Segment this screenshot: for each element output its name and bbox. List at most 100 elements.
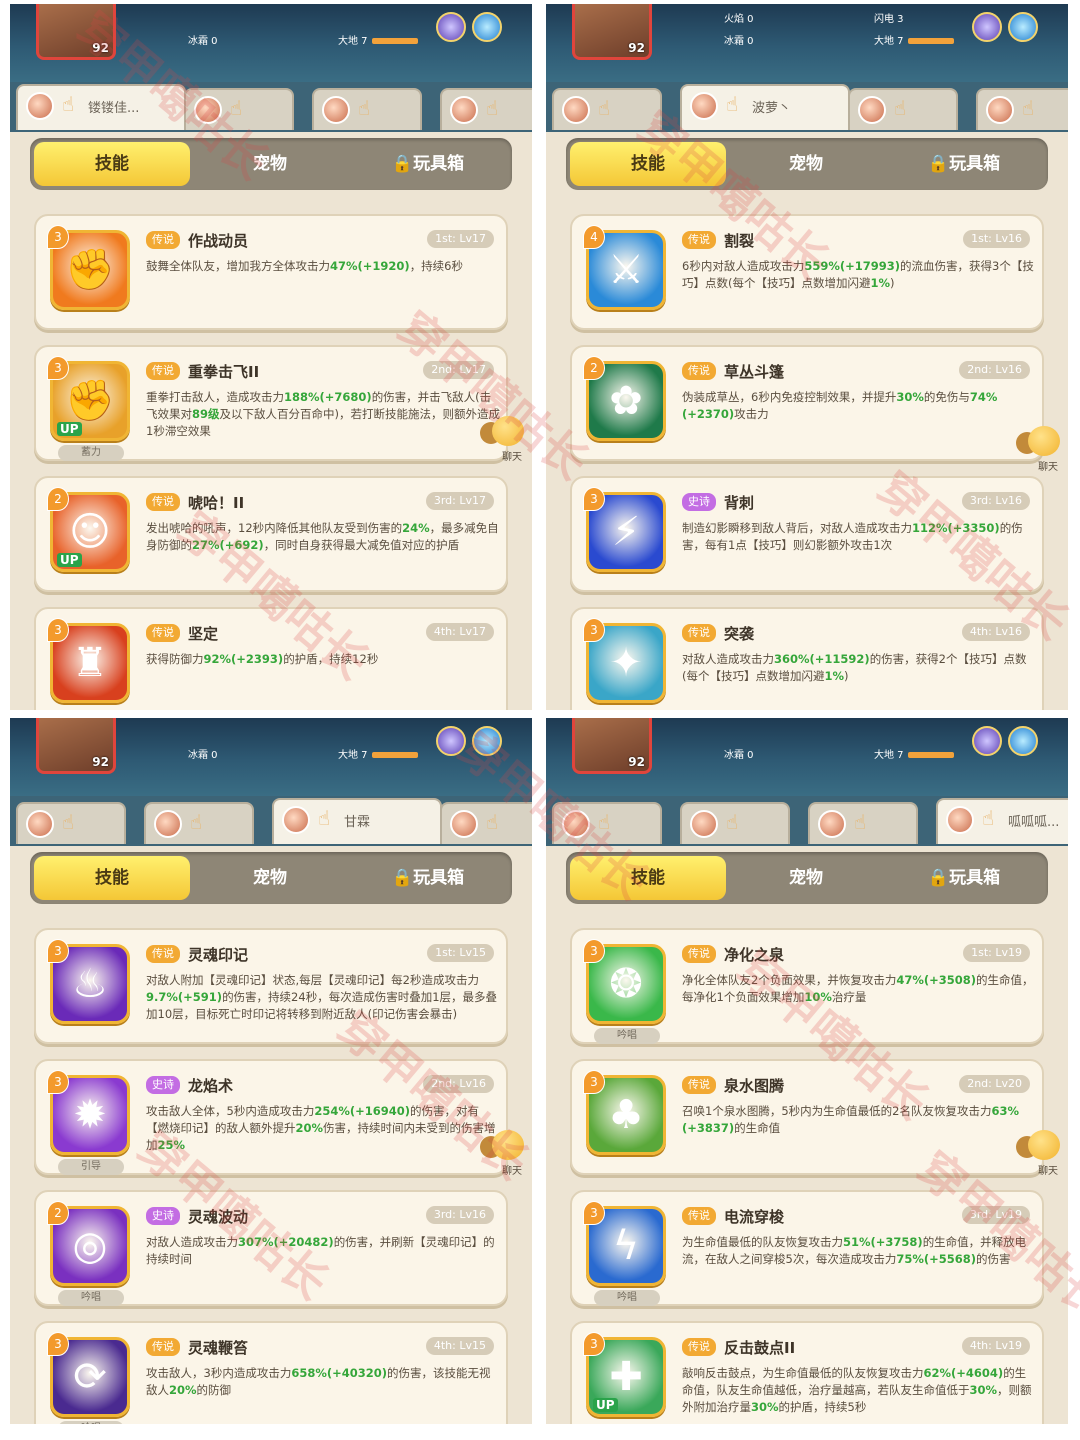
character-tab[interactable]: ☝ bbox=[848, 88, 958, 130]
hero-portrait[interactable]: 92 bbox=[572, 4, 652, 60]
hero-level: 92 bbox=[628, 755, 645, 769]
stat-frost-label: 冰霜 0 bbox=[724, 750, 754, 761]
skill-card[interactable]: ✊ 3 传说 作战动员 1st: Lv17 鼓舞全体队友，增加我方全体攻击力47%(+19… bbox=[34, 214, 508, 330]
chat-button[interactable]: 聊天 bbox=[480, 1130, 524, 1178]
character-tab[interactable]: ☝ 波萝丶 bbox=[680, 84, 850, 130]
hero-level: 92 bbox=[92, 755, 109, 769]
tab-pets[interactable]: 宠物 bbox=[728, 856, 884, 900]
skill-card[interactable]: ♨ 3 传说 灵魂印记 1st: Lv15 对敌人附加【灵魂印记】状态,每层【灵魂印记】每… bbox=[34, 928, 508, 1044]
character-tab[interactable]: ☝ bbox=[680, 802, 790, 844]
skill-description: 净化全体队友2个负面效果，并恢复攻击力47%(+3508)的生命值，每净化1个负… bbox=[682, 973, 1034, 1004]
character-avatar bbox=[26, 92, 54, 120]
lightning-icon[interactable]: ϟ3 bbox=[583, 1201, 666, 1286]
tab-pets[interactable]: 宠物 bbox=[192, 856, 348, 900]
skill-slot-level: 1st: Lv17 bbox=[427, 230, 494, 248]
skill-card[interactable]: ◎ 2 吟唱 史诗 灵魂波动 3rd: Lv16 对敌人造成攻击力307%(+20482)的… bbox=[34, 1190, 508, 1306]
character-tab[interactable]: ☝ bbox=[184, 88, 294, 130]
stat-lightning-label: 闪电 3 bbox=[874, 14, 904, 25]
shout-icon[interactable]: ☺ 2 UP bbox=[47, 487, 130, 572]
soul-whip-icon[interactable]: ⟳ 3 bbox=[47, 1332, 130, 1417]
character-tab[interactable]: ☝ bbox=[312, 88, 422, 130]
slash-icon[interactable]: ✦ 3 bbox=[583, 618, 666, 703]
skill-card[interactable]: ✦ 3 传说 突袭 4th: Lv16 对敌人造成攻击力360%(+11592)的伤害，获… bbox=[570, 607, 1044, 710]
soul-flame-icon[interactable]: ♨ 3 bbox=[47, 939, 130, 1024]
drum-icon[interactable]: ✚ 3 UP bbox=[583, 1332, 666, 1417]
tab-skills[interactable]: 技能 bbox=[570, 142, 726, 186]
tap-hand-icon: ☝ bbox=[358, 96, 371, 120]
skill-name: 灵魂波动 bbox=[188, 1208, 249, 1226]
tab-skills[interactable]: 技能 bbox=[570, 856, 726, 900]
tab-skills[interactable]: 技能 bbox=[34, 856, 190, 900]
skill-description: 鼓舞全体队友，增加我方全体攻击力47%(+1920)，持续6秒 bbox=[146, 259, 464, 273]
element-orb-icon[interactable] bbox=[472, 12, 502, 42]
element-orb-icon[interactable] bbox=[472, 726, 502, 756]
skill-description: 对敌人附加【灵魂印记】状态,每层【灵魂印记】每2秒造成攻击力9.7%(+591)… bbox=[146, 973, 498, 1021]
element-orb-icon[interactable] bbox=[972, 726, 1002, 756]
backstab-icon[interactable]: ⚡ 3 bbox=[583, 487, 666, 572]
character-tab[interactable]: ☝ bbox=[808, 802, 918, 844]
skill-card[interactable]: ✿ 2 传说 草丛斗篷 2nd: Lv16 伪装成草丛，6秒内免疫控制效果，并提升30%的… bbox=[570, 345, 1044, 461]
skill-card[interactable]: ⚔ 4 传说 割裂 1st: Lv16 6秒内对敌人造成攻击力559%(+17993)的流… bbox=[570, 214, 1044, 330]
skill-slot-level: 3rd: Lv17 bbox=[425, 492, 494, 510]
element-orb-icon[interactable] bbox=[436, 12, 466, 42]
character-tab[interactable]: ☝ bbox=[440, 802, 532, 844]
character-tab[interactable]: ☝ bbox=[552, 88, 662, 130]
character-tab[interactable]: ☝ bbox=[976, 88, 1068, 130]
dragon-fire-icon[interactable]: ✹ 3 bbox=[47, 1070, 130, 1155]
hero-portrait[interactable]: 92 bbox=[572, 718, 652, 774]
skill-cast-type: 引导 bbox=[58, 1159, 124, 1175]
tab-pets[interactable]: 宠物 bbox=[728, 142, 884, 186]
tab-pets[interactable]: 宠物 bbox=[192, 142, 348, 186]
element-orb-icon[interactable] bbox=[1008, 12, 1038, 42]
skill-card[interactable]: ⚡ 3 史诗 背刺 3rd: Lv16 制造幻影瞬移到敌人背后，对敌人造成攻击力112%(… bbox=[570, 476, 1044, 592]
skill-slot-level: 2nd: Lv20 bbox=[959, 1075, 1030, 1093]
bush-icon[interactable]: ✿ 2 bbox=[583, 356, 666, 441]
soul-wave-icon[interactable]: ◎ 2 bbox=[47, 1201, 130, 1286]
character-tab[interactable]: ☝ 甘霖 bbox=[272, 798, 442, 844]
hero-portrait[interactable]: 92 bbox=[36, 4, 116, 60]
character-tab[interactable]: ☝ bbox=[144, 802, 254, 844]
skill-rank-badge: 3 bbox=[583, 1332, 605, 1356]
chat-button[interactable]: 聊天 bbox=[1016, 426, 1060, 474]
tab-toybox[interactable]: 🔒玩具箱 bbox=[350, 856, 506, 900]
tab-toybox[interactable]: 🔒玩具箱 bbox=[886, 142, 1042, 186]
tab-skills[interactable]: 技能 bbox=[34, 142, 190, 186]
skill-card[interactable]: ✊ 3 UP 蓄力 传说 重拳击飞II 2nd: Lv17 重拳打击敌人，造成攻击力188%(… bbox=[34, 345, 508, 461]
spring-icon[interactable]: ❂ 3 bbox=[583, 939, 666, 1024]
tab-toybox[interactable]: 🔒玩具箱 bbox=[886, 856, 1042, 900]
character-tab[interactable]: ☝ 镂镂佳... bbox=[16, 84, 186, 130]
element-orb-icon[interactable] bbox=[972, 12, 1002, 42]
dagger-icon[interactable]: ⚔ 4 bbox=[583, 225, 666, 310]
tap-hand-icon: ☝ bbox=[598, 96, 611, 120]
stat-earth-label: 大地 7 bbox=[874, 36, 904, 47]
skill-card[interactable]: ⟳3 吟唱 传说灵魂鞭笞 4th: Lv15 攻击敌人，3秒内造成攻击力658%(+40… bbox=[34, 1321, 508, 1424]
skill-rank-badge: 2 bbox=[47, 1201, 69, 1225]
skill-card[interactable]: ♜ 3 传说 坚定 4th: Lv17 获得防御力92%(+2393)的护盾，持续12秒 bbox=[34, 607, 508, 710]
shield-icon[interactable]: ♜ 3 bbox=[47, 618, 130, 703]
tab-toybox[interactable]: 🔒玩具箱 bbox=[350, 142, 506, 186]
hero-portrait[interactable]: 92 bbox=[36, 718, 116, 774]
punch-icon[interactable]: ✊ 3 UP bbox=[47, 356, 130, 441]
chat-button[interactable]: 聊天 bbox=[480, 416, 524, 464]
tap-hand-icon: ☝ bbox=[854, 810, 867, 834]
skill-slot-level: 3rd: Lv16 bbox=[961, 492, 1030, 510]
skill-card[interactable]: ✚ 3 UP 传说 反击鼓点II 4th: Lv19 敲响反击鼓点，为生命值最低的队友恢复攻… bbox=[570, 1321, 1044, 1424]
skill-card[interactable]: ❂ 3 吟唱 传说 净化之泉 1st: Lv19 净化全体队友2个负面效果，并恢复攻击力47… bbox=[570, 928, 1044, 1044]
element-orb-icon[interactable] bbox=[436, 726, 466, 756]
fist-shadow-icon[interactable]: ✊ 3 bbox=[47, 225, 130, 310]
skill-card[interactable]: ☺ 2 UP 传说 唬哈！II 3rd: Lv17 发出唬哈的吼声，12秒内降低其他队友受到… bbox=[34, 476, 508, 592]
chat-button[interactable]: 聊天 bbox=[1016, 1130, 1060, 1178]
character-tab[interactable]: ☝ bbox=[552, 802, 662, 844]
character-tab[interactable]: ☝ 呱呱呱... bbox=[936, 798, 1068, 844]
skill-card[interactable]: ✹ 3 引导 史诗 龙焰术 2nd: Lv16 攻击敌人全体，5秒内造成攻击力254%(+1… bbox=[34, 1059, 508, 1175]
stat-frost: 冰霜 0 bbox=[188, 746, 218, 761]
totem-icon[interactable]: ♣ 3 bbox=[583, 1070, 666, 1155]
skill-card[interactable]: ♣ 3 传说 泉水图腾 2nd: Lv20 召唤1个泉水图腾，5秒内为生命值最低的2名队友… bbox=[570, 1059, 1044, 1175]
skill-card[interactable]: ϟ 3 吟唱 传说 电流穿梭 3rd: Lv19 为生命值最低的队友恢复攻击力51%(+37… bbox=[570, 1190, 1044, 1306]
character-tab[interactable]: ☝ bbox=[16, 802, 126, 844]
element-orb-icon[interactable] bbox=[1008, 726, 1038, 756]
skill-slot-level: 4th: Lv19 bbox=[961, 1337, 1030, 1355]
character-tab[interactable]: ☝ bbox=[440, 88, 532, 130]
skill-rank-badge: 3 bbox=[47, 1070, 69, 1094]
rarity-badge: 传说 bbox=[146, 362, 180, 380]
